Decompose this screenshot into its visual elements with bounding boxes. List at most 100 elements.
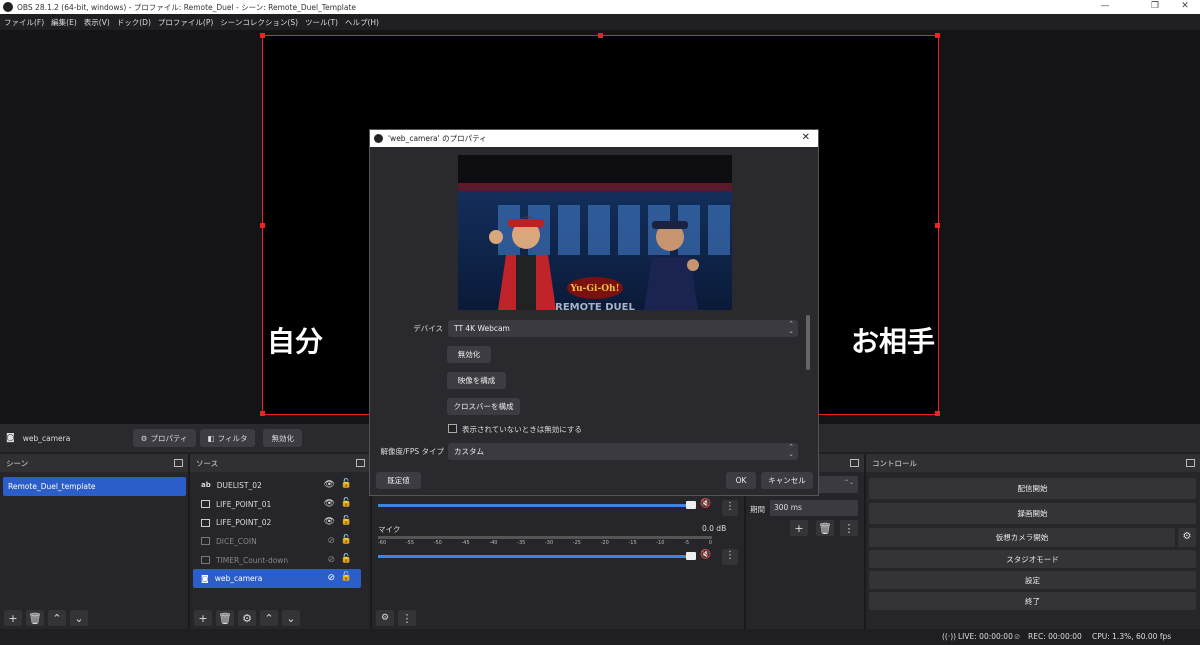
eye-hidden-icon[interactable]: ⊘ — [327, 573, 335, 583]
undock-icon[interactable] — [850, 459, 859, 467]
menu-help[interactable]: ヘルプ(H) — [345, 17, 379, 28]
ok-button[interactable]: OK — [726, 472, 756, 489]
source-name: TIMER_Count-down — [216, 555, 289, 565]
mic-volume-knob[interactable] — [686, 552, 696, 560]
exit-button[interactable]: 終了 — [869, 592, 1196, 610]
start-recording-button[interactable]: 録画開始 — [869, 503, 1196, 524]
menu-profile[interactable]: プロファイル(P) — [158, 17, 213, 28]
filters-button[interactable]: ◧ フィルタ — [199, 429, 256, 447]
menu-tools[interactable]: ツール(T) — [305, 17, 338, 28]
window-source-icon — [201, 537, 210, 546]
ok-label: OK — [735, 476, 747, 485]
resize-handle[interactable] — [260, 223, 265, 228]
undock-icon[interactable] — [356, 459, 365, 467]
menu-edit[interactable]: 編集(E) — [51, 17, 77, 28]
deactivate-button[interactable]: 無効化 — [447, 346, 491, 363]
source-row[interactable]: ab DUELIST_02 👁 🔓 — [193, 476, 361, 495]
eye-hidden-icon[interactable]: ⊘ — [327, 536, 335, 546]
window-titlebar: OBS 28.1.2 (64-bit, windows) - プロファイル: R… — [0, 0, 1200, 14]
resize-handle[interactable] — [935, 223, 940, 228]
disable-button[interactable]: 無効化 — [263, 429, 302, 447]
defaults-button[interactable]: 既定値 — [376, 472, 421, 489]
lock-icon[interactable]: 🔓 — [341, 516, 352, 526]
resize-handle[interactable] — [260, 33, 265, 38]
mic-volume-slider[interactable] — [378, 555, 694, 558]
menu-docks[interactable]: ドック(D) — [117, 17, 151, 28]
tick-label: -5 — [684, 540, 690, 546]
menu-view[interactable]: 表示(V) — [84, 17, 110, 28]
remove-scene-button[interactable]: 🗑 — [26, 610, 44, 626]
source-row[interactable]: TIMER_Count-down ⊘ 🔓 — [193, 551, 361, 570]
mic-level-meter — [378, 536, 712, 539]
resolution-select[interactable]: カスタム ⌃ ⌄ — [448, 443, 798, 460]
muted-speaker-icon[interactable]: 🔇 — [700, 499, 711, 509]
lock-icon[interactable]: 🔓 — [341, 498, 352, 508]
resize-handle[interactable] — [935, 411, 940, 416]
properties-dialog: 'web_camera' のプロパティ ✕ Yu-Gi-Oh! REMOTE D… — [369, 129, 819, 496]
eye-icon[interactable]: 👁 — [324, 480, 335, 490]
undock-icon[interactable] — [174, 459, 183, 467]
source-row[interactable]: LIFE_POINT_02 👁 🔓 — [193, 513, 361, 532]
configure-crossbar-button[interactable]: クロスバーを構成 — [447, 398, 520, 415]
add-transition-button[interactable]: + — [790, 520, 808, 536]
lock-icon[interactable]: 🔓 — [341, 479, 352, 489]
properties-button[interactable]: ⚙ プロパティ — [132, 429, 196, 447]
close-button[interactable]: ✕ — [1170, 0, 1200, 14]
add-source-button[interactable]: + — [194, 610, 212, 626]
chevron-down-icon: ⌄ — [74, 611, 84, 625]
mixer-menu-button[interactable]: ⋮ — [398, 610, 416, 626]
device-select[interactable]: TT 4K Webcam ⌃ ⌄ — [448, 320, 798, 337]
close-icon[interactable]: ✕ — [802, 132, 810, 143]
transition-menu-button[interactable]: ⋮ — [840, 520, 858, 536]
eye-hidden-icon[interactable]: ⊘ — [327, 555, 335, 565]
source-row[interactable]: DICE_COIN ⊘ 🔓 — [193, 532, 361, 551]
minimize-button[interactable]: — — [1090, 0, 1120, 14]
eye-icon[interactable]: 👁 — [324, 499, 335, 509]
start-virtual-camera-button[interactable]: 仮想カメラ開始 — [869, 528, 1175, 547]
channel-menu-button[interactable]: ⋮ — [722, 549, 738, 565]
undock-icon[interactable] — [1186, 459, 1195, 467]
remove-source-button[interactable]: 🗑 — [216, 610, 234, 626]
lock-icon[interactable]: 🔓 — [341, 535, 352, 545]
configure-video-button[interactable]: 映像を構成 — [447, 372, 506, 389]
source-properties-button[interactable]: ⚙ — [238, 610, 256, 626]
source-row[interactable]: LIFE_POINT_01 👁 🔓 — [193, 495, 361, 514]
resize-handle[interactable] — [260, 411, 265, 416]
duration-input[interactable]: 300 ms — [770, 500, 858, 516]
obs-logo-icon — [3, 2, 13, 12]
move-up-button[interactable]: ⌃ — [48, 610, 66, 626]
cancel-button[interactable]: キャンセル — [761, 472, 813, 489]
maximize-button[interactable]: ❐ — [1140, 0, 1170, 14]
resize-handle[interactable] — [935, 33, 940, 38]
menu-file[interactable]: ファイル(F) — [4, 17, 44, 28]
start-streaming-button[interactable]: 配信開始 — [869, 478, 1196, 499]
eye-icon[interactable]: 👁 — [324, 517, 335, 527]
menu-scene-collection[interactable]: シーンコレクション(S) — [220, 17, 298, 28]
configure-video-label: 映像を構成 — [457, 376, 496, 385]
trash-icon: 🗑 — [818, 521, 832, 535]
dialog-scrollbar[interactable] — [806, 315, 810, 370]
move-down-button[interactable]: ⌄ — [70, 610, 88, 626]
resize-handle[interactable] — [598, 33, 603, 38]
add-scene-button[interactable]: + — [4, 610, 22, 626]
tick-label: -10 — [656, 540, 665, 546]
volume-slider[interactable] — [378, 504, 694, 507]
scene-item[interactable]: Remote_Duel_template — [3, 477, 186, 496]
settings-button[interactable]: 設定 — [869, 571, 1196, 589]
studio-mode-button[interactable]: スタジオモード — [869, 550, 1196, 568]
controls-header: コントロール — [866, 454, 1200, 472]
lock-icon[interactable]: 🔓 — [341, 554, 352, 564]
advanced-audio-button[interactable]: ⚙ — [376, 610, 394, 626]
move-up-button[interactable]: ⌃ — [260, 610, 278, 626]
channel-menu-button[interactable]: ⋮ — [722, 500, 738, 516]
sources-footer: + 🗑 ⚙ ⌃ ⌄ — [190, 607, 370, 629]
move-down-button[interactable]: ⌄ — [282, 610, 300, 626]
live-time: LIVE: 00:00:00 — [958, 632, 1013, 641]
virtual-camera-settings-button[interactable]: ⚙ — [1178, 528, 1196, 547]
remove-transition-button[interactable]: 🗑 — [816, 520, 834, 536]
lock-icon[interactable]: 🔓 — [341, 572, 352, 582]
deactivate-when-hidden-checkbox[interactable] — [448, 424, 457, 433]
source-row[interactable]: ◙ web_camera ⊘ 🔓 — [193, 569, 361, 589]
muted-speaker-icon[interactable]: 🔇 — [700, 550, 711, 560]
volume-knob[interactable] — [686, 501, 696, 509]
